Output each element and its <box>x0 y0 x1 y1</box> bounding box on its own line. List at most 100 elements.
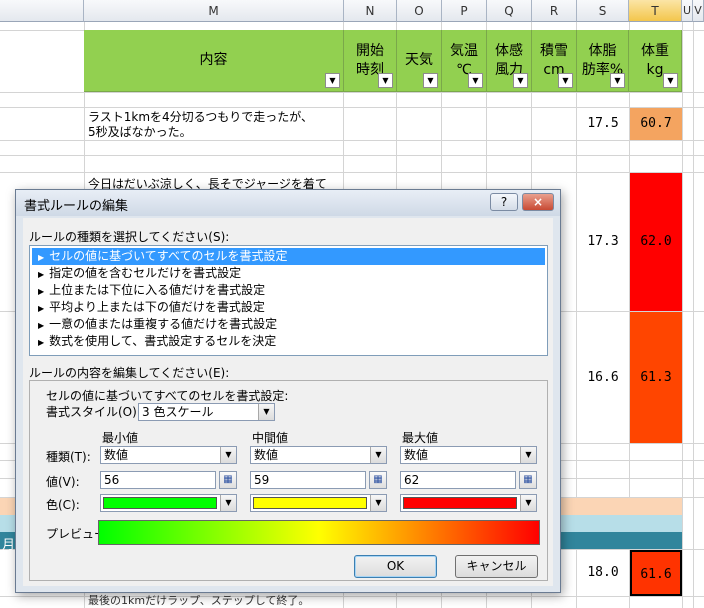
chevron-down-icon[interactable]: ▼ <box>220 447 236 463</box>
chevron-down-icon[interactable]: ▼ <box>370 447 386 463</box>
cell-weight-row3[interactable]: 61.3 <box>630 312 682 443</box>
gridline <box>0 92 704 93</box>
month-marker: 月 <box>2 538 16 553</box>
filter-dropdown-icon[interactable]: ▼ <box>610 73 625 88</box>
type-min-select[interactable]: 数値 ▼ <box>100 446 237 464</box>
cell-reference-icon[interactable]: ▦ <box>219 471 237 489</box>
close-button[interactable]: × <box>522 193 554 211</box>
format-style-select[interactable]: 3 色スケール ▼ <box>138 403 275 421</box>
cell-reference-icon[interactable]: ▦ <box>519 471 537 489</box>
help-button[interactable]: ? <box>490 193 518 211</box>
header-body-fat[interactable]: 体脂 肪率% ▼ <box>577 30 629 92</box>
filter-dropdown-icon[interactable]: ▼ <box>663 73 678 88</box>
cancel-button[interactable]: キャンセル <box>455 555 538 578</box>
gridline <box>0 140 704 141</box>
value-min-input[interactable]: 56 <box>100 471 216 489</box>
type-max-select[interactable]: 数値 ▼ <box>400 446 537 464</box>
rule-type-text: 平均より上または下の値だけを書式設定 <box>49 300 265 314</box>
cell-fat-row2[interactable]: 17.3 <box>577 173 629 311</box>
edit-description: セルの値に基づいてすべてのセルを書式設定: <box>46 389 289 403</box>
color-min-select[interactable]: ▼ <box>100 494 237 512</box>
rule-type-item[interactable]: ▶ セルの値に基づいてすべてのセルを書式設定 <box>32 248 545 265</box>
column-header-N[interactable]: N <box>344 0 397 22</box>
value-mid-input[interactable]: 59 <box>250 471 366 489</box>
gridline <box>0 155 704 156</box>
column-header-T[interactable]: T <box>629 0 682 22</box>
rule-type-text: 指定の値を含むセルだけを書式設定 <box>49 266 242 280</box>
column-header-Q[interactable]: Q <box>487 0 532 22</box>
type-mid-select[interactable]: 数値 ▼ <box>250 446 387 464</box>
cell-fat-row1[interactable]: 17.5 <box>577 108 629 140</box>
rule-type-item[interactable]: ▶ 数式を使用して、書式設定するセルを決定 <box>32 333 545 350</box>
cell-reference-icon[interactable]: ▦ <box>369 471 387 489</box>
header-snow[interactable]: 積雪 cm ▼ <box>532 30 577 92</box>
column-header-S[interactable]: S <box>577 0 629 22</box>
rule-type-text: 数式を使用して、書式設定するセルを決定 <box>49 334 277 348</box>
rule-type-item[interactable]: ▶ 指定の値を含むセルだけを書式設定 <box>32 265 545 282</box>
column-header-U[interactable]: U <box>682 0 693 22</box>
color-scale-preview <box>98 520 540 545</box>
cell-fat-row3[interactable]: 16.6 <box>577 312 629 443</box>
header-weather[interactable]: 天気 ▼ <box>397 30 442 92</box>
chevron-down-icon[interactable]: ▼ <box>370 495 386 511</box>
filter-dropdown-icon[interactable]: ▼ <box>378 73 393 88</box>
ok-button[interactable]: OK <box>354 555 437 578</box>
cell-content-row4[interactable]: 最後の1kmだけラップ、ステップして終了。 <box>88 592 309 608</box>
cell-weight-row4[interactable]: 61.6 <box>630 550 682 596</box>
chevron-down-icon[interactable]: ▼ <box>258 404 274 420</box>
triangle-right-icon: ▶ <box>38 270 45 279</box>
rule-type-item[interactable]: ▶ 一意の値または重複する値だけを書式設定 <box>32 316 545 333</box>
cell-text: 5秒及ばなかった。 <box>88 125 192 139</box>
type-min-value: 数値 <box>104 448 129 462</box>
dialog-body: ルールの種類を選択してください(S): ▶ セルの値に基づいてすべてのセルを書式設… <box>23 218 553 586</box>
gridline <box>693 22 694 608</box>
filter-dropdown-icon[interactable]: ▼ <box>325 73 340 88</box>
triangle-right-icon: ▶ <box>38 338 45 347</box>
color-mid-select[interactable]: ▼ <box>250 494 387 512</box>
color-swatch <box>403 497 517 509</box>
cell-text: ラスト1kmを4分切るつもりで走ったが、 <box>88 110 313 124</box>
type-mid-value: 数値 <box>254 448 279 462</box>
triangle-right-icon: ▶ <box>38 304 45 313</box>
filter-dropdown-icon[interactable]: ▼ <box>468 73 483 88</box>
cell-weight-row2[interactable]: 62.0 <box>630 173 682 311</box>
edit-rule-label: ルールの内容を編集してください(E): <box>29 366 230 380</box>
cell-fat-row4[interactable]: 18.0 <box>577 550 629 596</box>
value-label: 値(V): <box>46 475 80 489</box>
triangle-right-icon: ▶ <box>38 287 45 296</box>
type-max-value: 数値 <box>404 448 429 462</box>
chevron-down-icon[interactable]: ▼ <box>520 447 536 463</box>
dialog-titlebar[interactable]: 書式ルールの編集 ? × <box>16 190 560 216</box>
rule-edit-panel: セルの値に基づいてすべてのセルを書式設定: 書式スタイル(O): 3 色スケール… <box>29 380 548 581</box>
column-header-O[interactable]: O <box>397 0 442 22</box>
cell-weight-row1[interactable]: 60.7 <box>630 108 682 140</box>
column-header-V[interactable]: V <box>693 0 704 22</box>
filter-dropdown-icon[interactable]: ▼ <box>513 73 528 88</box>
triangle-right-icon: ▶ <box>38 321 45 330</box>
column-header-P[interactable]: P <box>442 0 487 22</box>
column-header-L[interactable] <box>0 0 84 22</box>
cell-content-row1[interactable]: ラスト1kmを4分切るつもりで走ったが、 5秒及ばなかった。 <box>88 110 313 140</box>
rule-type-text: 一意の値または重複する値だけを書式設定 <box>49 317 278 331</box>
column-header-R[interactable]: R <box>532 0 577 22</box>
header-weight[interactable]: 体重 kg ▼ <box>629 30 682 92</box>
value-max-input[interactable]: 62 <box>400 471 516 489</box>
header-start-time[interactable]: 開始 時刻 ▼ <box>344 30 397 92</box>
filter-dropdown-icon[interactable]: ▼ <box>558 73 573 88</box>
mid-column-label: 中間値 <box>252 431 289 445</box>
rule-type-item[interactable]: ▶ 上位または下位に入る値だけを書式設定 <box>32 282 545 299</box>
dialog-title: 書式ルールの編集 <box>24 199 129 214</box>
format-style-value: 3 色スケール <box>142 405 214 419</box>
color-label: 色(C): <box>46 498 80 512</box>
rule-type-item[interactable]: ▶ 平均より上または下の値だけを書式設定 <box>32 299 545 316</box>
column-header-M[interactable]: M <box>84 0 344 22</box>
edit-format-rule-dialog: 書式ルールの編集 ? × ルールの種類を選択してください(S): ▶ セルの値に基… <box>15 189 561 593</box>
header-content[interactable]: 内容 ▼ <box>84 30 344 92</box>
color-max-select[interactable]: ▼ <box>400 494 537 512</box>
header-wind[interactable]: 体感 風力 ▼ <box>487 30 532 92</box>
chevron-down-icon[interactable]: ▼ <box>520 495 536 511</box>
filter-dropdown-icon[interactable]: ▼ <box>423 73 438 88</box>
chevron-down-icon[interactable]: ▼ <box>220 495 236 511</box>
header-temperature[interactable]: 気温 ℃ ▼ <box>442 30 487 92</box>
rule-type-list[interactable]: ▶ セルの値に基づいてすべてのセルを書式設定 ▶ 指定の値を含むセルだけを書式設定 … <box>29 245 548 356</box>
